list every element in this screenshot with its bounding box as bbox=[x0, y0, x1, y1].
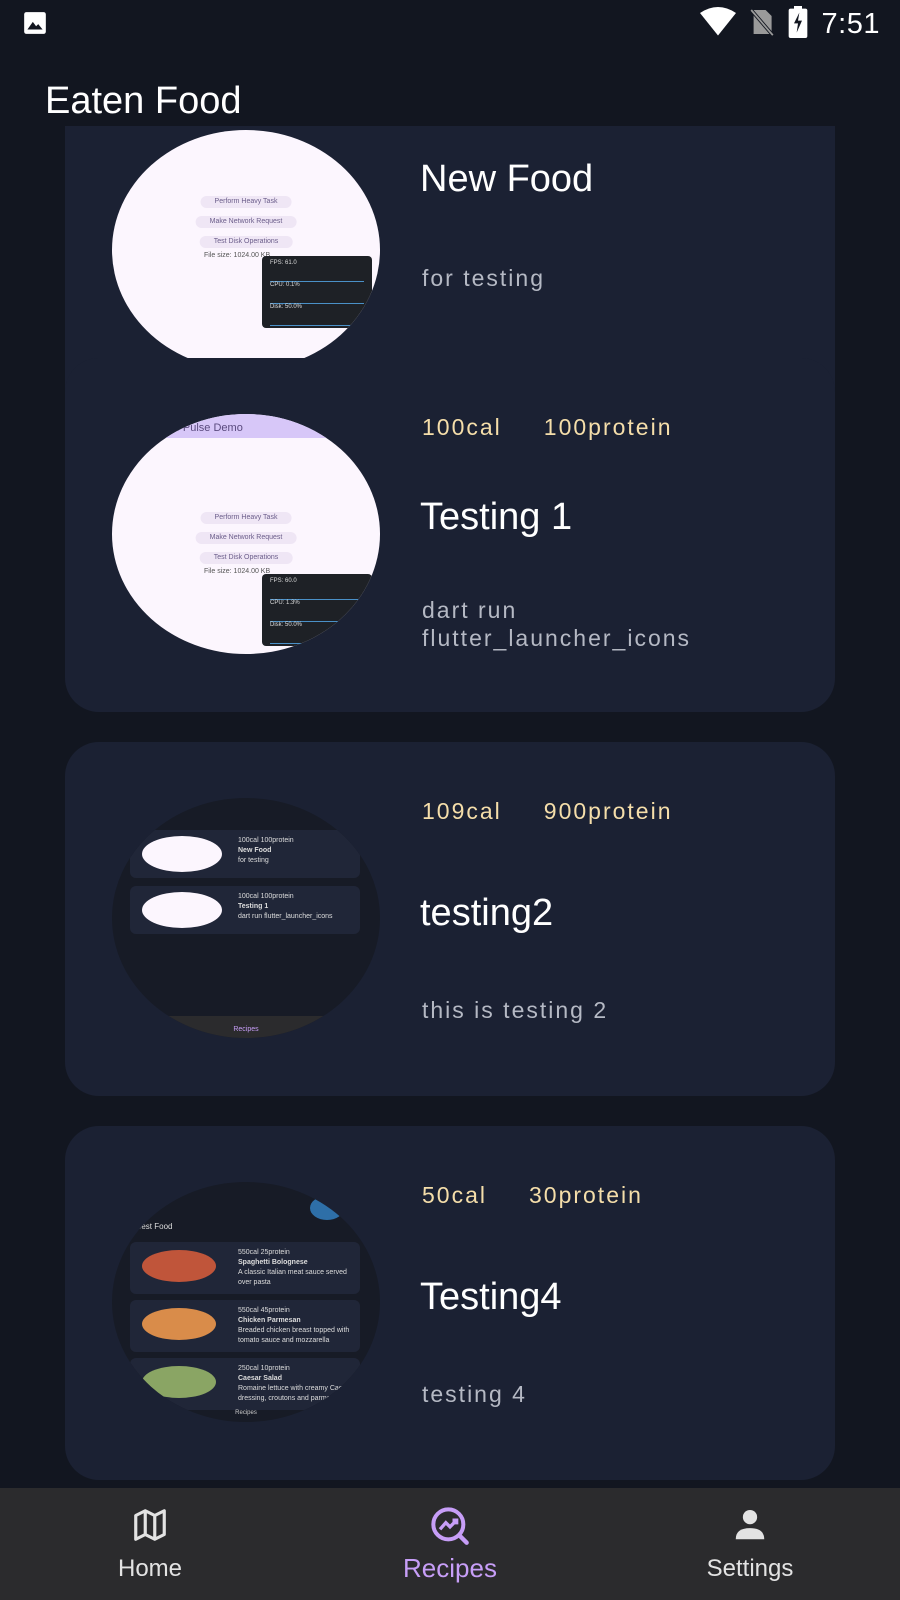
calories-label: 50cal bbox=[422, 1182, 487, 1208]
thumb-text: 550cal 25protein bbox=[238, 1249, 290, 1256]
thumb-text: Disk: 50.0% bbox=[270, 304, 364, 326]
thumb-text: New Food bbox=[238, 847, 272, 854]
thumb-text: Chicken Parmesan bbox=[238, 1317, 301, 1324]
thumb-text: 100cal 100protein bbox=[238, 837, 294, 844]
thumb-text: for testing bbox=[238, 857, 269, 864]
thumb-text: File size: 1024.00 KB bbox=[204, 252, 271, 259]
food-macros: 109cal 900protein bbox=[422, 798, 672, 825]
thumb-text: A classic Italian meat sauce served over… bbox=[238, 1269, 347, 1286]
thumb-text: Perform Heavy Task bbox=[200, 512, 292, 524]
person-icon bbox=[731, 1509, 769, 1548]
thumb-text: Test Disk Operations bbox=[199, 236, 293, 248]
thumb-text: Make Network Request bbox=[195, 216, 297, 228]
food-macros: 100cal 100protein bbox=[422, 414, 672, 441]
calories-label: 100cal bbox=[422, 414, 502, 440]
thumb-text: Best Food bbox=[136, 1222, 173, 1231]
thumb-text: Romaine lettuce with creamy Caesar dress… bbox=[238, 1385, 353, 1402]
thumb-text: dart run flutter_launcher_icons bbox=[238, 913, 333, 920]
battery-charging-icon bbox=[788, 6, 808, 43]
food-card[interactable]: od 100cal 100protein New Food for testin… bbox=[65, 742, 835, 1096]
thumb-text: File size: 1024.00 KB bbox=[204, 568, 271, 575]
food-card[interactable]: Best Food 550cal 25protein Spaghetti Bol… bbox=[65, 1126, 835, 1480]
thumb-text: 550cal 45protein bbox=[238, 1307, 290, 1314]
thumb-text: Breaded chicken breast topped with tomat… bbox=[238, 1327, 350, 1344]
protein-label: 30protein bbox=[528, 1182, 643, 1208]
food-description: this is testing 2 bbox=[422, 997, 609, 1023]
thumb-text: 250cal 10protein bbox=[238, 1365, 290, 1372]
thumb-text: Recipes bbox=[112, 1016, 380, 1038]
nav-item-recipes[interactable]: Recipes bbox=[350, 1506, 550, 1584]
thumb-text: Testing 1 bbox=[238, 903, 269, 910]
nav-item-settings[interactable]: Settings bbox=[650, 1506, 850, 1583]
wifi-icon bbox=[699, 7, 736, 42]
mini-card: 250cal 10protein Caesar Salad Romaine le… bbox=[130, 1358, 360, 1410]
protein-label: 100protein bbox=[543, 414, 673, 440]
thumb-text: Make Network Request bbox=[195, 532, 297, 544]
thumb-text: ance Pulse Demo bbox=[112, 414, 380, 438]
perf-overlay: FPS: 61.0 CPU: 0.1% Disk: 50.0% bbox=[262, 256, 372, 328]
food-macros: 50cal 30protein bbox=[422, 1182, 643, 1209]
food-thumbnail: Perform Heavy Task Make Network Request … bbox=[112, 130, 380, 370]
no-sim-icon bbox=[749, 7, 774, 42]
food-card[interactable]: ance Pulse Demo Perform Heavy Task Make … bbox=[65, 358, 835, 712]
mini-card: 550cal 45protein Chicken Parmesan Breade… bbox=[130, 1300, 360, 1352]
food-thumbnail: od 100cal 100protein New Food for testin… bbox=[112, 798, 380, 1038]
thumb-text: od bbox=[154, 808, 163, 817]
food-description: for testing bbox=[422, 265, 545, 291]
food-thumbnail: Best Food 550cal 25protein Spaghetti Bol… bbox=[112, 1182, 380, 1422]
food-name: Testing4 bbox=[420, 1276, 562, 1318]
nav-label: Recipes bbox=[403, 1553, 497, 1583]
thumb-text: Perform Heavy Task bbox=[200, 196, 292, 208]
thumb-text: CPU: 1.3% bbox=[270, 600, 364, 622]
calories-label: 109cal bbox=[422, 798, 502, 824]
thumb-text: Spaghetti Bolognese bbox=[238, 1259, 308, 1266]
food-list[interactable]: Perform Heavy Task Make Network Request … bbox=[0, 126, 900, 1488]
thumb-text: Disk: 50.0% bbox=[270, 622, 364, 644]
mini-card: 100cal 100protein New Food for testing bbox=[130, 830, 360, 878]
trending-search-icon bbox=[429, 1507, 471, 1550]
nav-label: Settings bbox=[706, 1555, 794, 1582]
protein-label: 900protein bbox=[543, 798, 673, 824]
page-title: Eaten Food bbox=[45, 80, 242, 122]
mini-card: 100cal 100protein Testing 1 dart run flu… bbox=[130, 886, 360, 934]
perf-overlay: FPS: 60.0 CPU: 1.3% Disk: 50.0% bbox=[262, 574, 372, 646]
bottom-navigation: Home Recipes Settings bbox=[0, 1488, 900, 1600]
food-description: testing 4 bbox=[422, 1381, 527, 1407]
food-name: testing2 bbox=[420, 892, 554, 934]
image-icon bbox=[22, 10, 48, 41]
food-name: New Food bbox=[420, 158, 594, 200]
food-name: Testing 1 bbox=[420, 496, 573, 538]
mini-card: 550cal 25protein Spaghetti Bolognese A c… bbox=[130, 1242, 360, 1294]
clock: 7:51 bbox=[821, 8, 880, 40]
status-bar: 7:51 bbox=[0, 0, 900, 50]
thumb-text: 100cal 100protein bbox=[238, 893, 294, 900]
thumb-text: Test Disk Operations bbox=[199, 552, 293, 564]
nav-label: Home bbox=[117, 1555, 183, 1582]
map-icon bbox=[131, 1509, 169, 1548]
thumb-text: Caesar Salad bbox=[238, 1375, 282, 1382]
food-description: dart run flutter_launcher_icons bbox=[422, 597, 692, 651]
thumb-text: FPS: 60.0 bbox=[270, 578, 364, 600]
food-thumbnail: ance Pulse Demo Perform Heavy Task Make … bbox=[112, 414, 380, 654]
nav-item-home[interactable]: Home bbox=[50, 1506, 250, 1583]
thumb-text: FPS: 61.0 bbox=[270, 260, 364, 282]
thumb-text: CPU: 0.1% bbox=[270, 282, 364, 304]
thumb-text: Recipes bbox=[235, 1410, 257, 1416]
